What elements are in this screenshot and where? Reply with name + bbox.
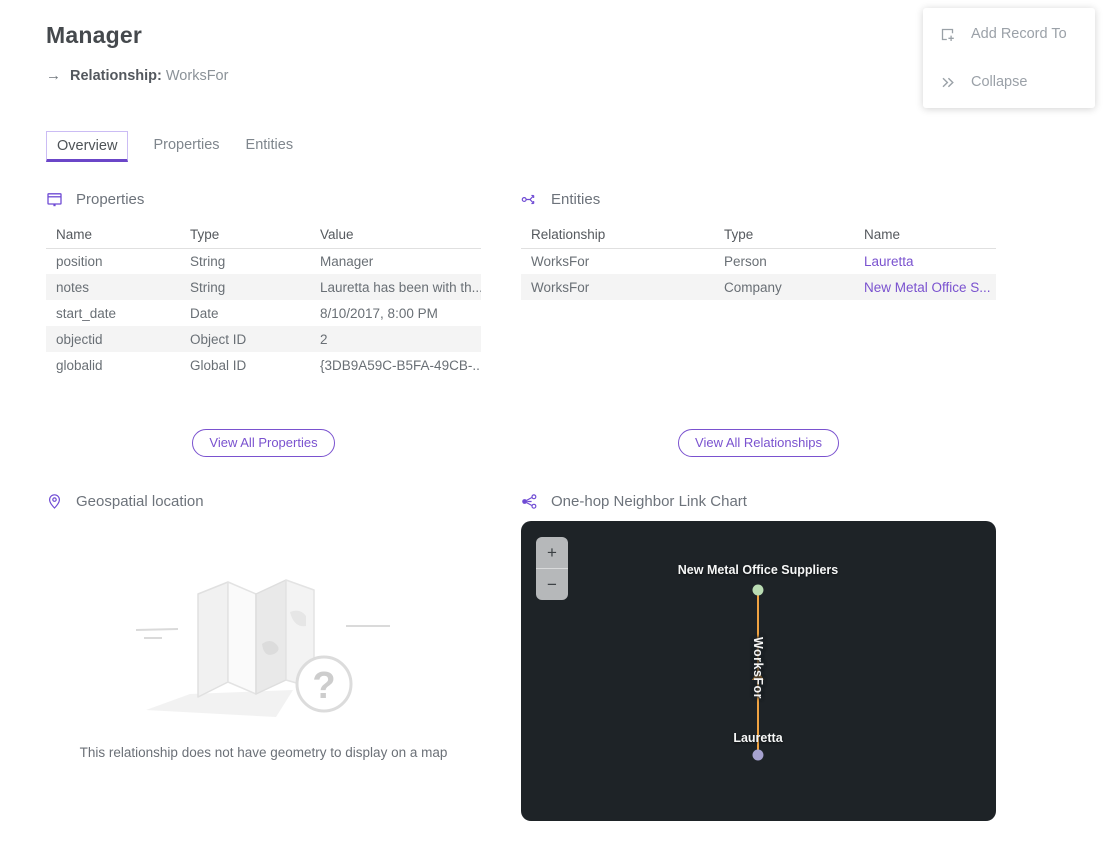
entities-table: Relationship Type Name WorksFor Person L… [521,221,996,300]
entity-name-link[interactable]: Lauretta [864,254,914,269]
prop-name: start_date [46,300,180,326]
entities-icon [521,191,538,208]
properties-section-header: Properties [46,191,144,208]
table-row: WorksFor Person Lauretta [521,248,996,274]
table-header-row: Relationship Type Name [521,221,996,248]
table-row: start_date Date 8/10/2017, 8:00 PM [46,300,481,326]
table-header-row: Name Type Value [46,221,481,248]
no-geometry-message: This relationship does not have geometry… [46,745,481,760]
prop-type: String [180,274,310,300]
table-row: notes String Lauretta has been with th..… [46,274,481,300]
prop-type: Object ID [180,326,310,352]
prop-value: Lauretta has been with th... [310,274,481,300]
prop-value: Manager [310,248,481,274]
link-chart-section-title: One-hop Neighbor Link Chart [551,493,747,510]
entity-relationship: WorksFor [521,248,714,274]
column-header: Type [714,221,854,248]
column-header: Name [46,221,180,248]
map-pin-icon [46,493,63,510]
link-chart-canvas[interactable]: + − New Metal Office Suppliers WorksFor … [521,521,996,821]
prop-value: {3DB9A59C-B5FA-49CB-... [310,352,481,378]
menu-item-label: Add Record To [971,26,1067,42]
node-label-company: New Metal Office Suppliers [678,563,838,577]
arrow-right-icon: → [46,67,61,84]
prop-type: Global ID [180,352,310,378]
view-all-relationships-button[interactable]: View All Relationships [678,429,839,457]
breadcrumb-value: WorksFor [166,68,229,84]
entity-type: Person [714,248,854,274]
properties-icon [46,191,63,208]
column-header: Value [310,221,481,248]
entity-relationship: WorksFor [521,274,714,300]
menu-item-label: Collapse [971,74,1027,90]
prop-name: objectid [46,326,180,352]
prop-name: notes [46,274,180,300]
table-row: objectid Object ID 2 [46,326,481,352]
entity-type: Company [714,274,854,300]
edge-label: WorksFor [751,637,765,699]
entity-name-link[interactable]: New Metal Office S... [864,280,991,295]
node-label-person: Lauretta [733,731,782,745]
view-all-properties-button[interactable]: View All Properties [192,429,334,457]
tab-entities[interactable]: Entities [245,130,295,162]
properties-section-title: Properties [76,191,144,208]
breadcrumb-label: Relationship: [70,68,162,84]
page-title: Manager [46,22,142,49]
add-record-icon [939,26,956,43]
prop-value: 8/10/2017, 8:00 PM [310,300,481,326]
prop-name: position [46,248,180,274]
graph-node-person[interactable] [753,750,764,761]
menu-item-collapse[interactable]: Collapse [923,58,1095,106]
table-row: WorksFor Company New Metal Office S... [521,274,996,300]
column-header: Relationship [521,221,714,248]
zoom-in-button[interactable]: + [536,537,568,568]
table-row: globalid Global ID {3DB9A59C-B5FA-49CB-.… [46,352,481,378]
prop-name: globalid [46,352,180,378]
properties-table: Name Type Value position String Manager … [46,221,481,378]
tab-properties[interactable]: Properties [152,130,220,162]
prop-value: 2 [310,326,481,352]
column-header: Name [854,221,996,248]
breadcrumb: → Relationship: WorksFor [46,67,228,84]
table-row: position String Manager [46,248,481,274]
geospatial-section-title: Geospatial location [76,493,204,510]
zoom-control: + − [536,537,568,600]
link-chart-section-header: One-hop Neighbor Link Chart [521,493,747,510]
prop-type: Date [180,300,310,326]
prop-type: String [180,248,310,274]
entities-section-title: Entities [551,191,600,208]
graph-node-company[interactable] [753,585,764,596]
zoom-out-button[interactable]: − [536,568,568,600]
collapse-icon [939,74,956,91]
column-header: Type [180,221,310,248]
link-chart-icon [521,493,538,510]
entities-section-header: Entities [521,191,600,208]
question-mark-glyph: ? [312,665,335,707]
geospatial-section-header: Geospatial location [46,493,204,510]
tab-bar: Overview Properties Entities [46,130,294,162]
tab-overview[interactable]: Overview [46,131,128,162]
no-geometry-map-illustration: ? [128,552,398,727]
menu-item-add-record-to[interactable]: Add Record To [923,10,1095,58]
context-menu: Add Record To Collapse [923,8,1095,108]
